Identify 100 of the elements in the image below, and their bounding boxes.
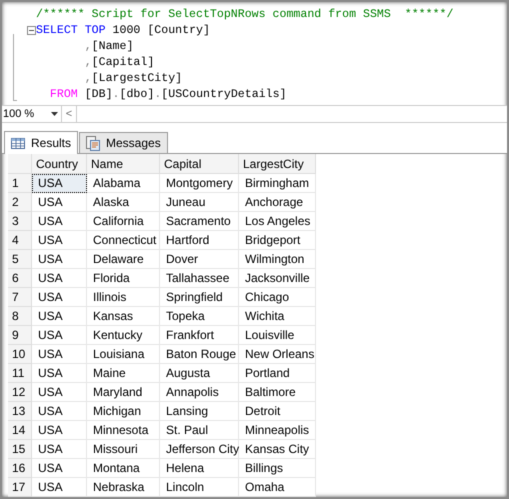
table-cell: Baton Rouge <box>160 345 239 364</box>
table-cell: USA <box>32 231 87 250</box>
row-number[interactable]: 1 <box>8 174 32 193</box>
caret-icon <box>51 112 58 116</box>
table-cell: Delaware <box>87 250 160 269</box>
table-cell: Portland <box>239 364 316 383</box>
grid-corner <box>8 154 32 174</box>
table-cell: Florida <box>87 269 160 288</box>
grid-icon <box>11 138 25 148</box>
column-header[interactable]: Name <box>87 154 160 174</box>
table-cell: Tallahassee <box>160 269 239 288</box>
table-cell: Kentucky <box>87 326 160 345</box>
row-number[interactable]: 2 <box>8 193 32 212</box>
table-cell: Alaska <box>87 193 160 212</box>
table-cell: USA <box>32 440 87 459</box>
table-cell: Birmingham <box>239 174 316 193</box>
table-cell: Alabama <box>87 174 160 193</box>
row-number[interactable]: 11 <box>8 364 32 383</box>
table-cell: USA <box>32 459 87 478</box>
row-number[interactable]: 9 <box>8 326 32 345</box>
table-cell: Jefferson City <box>160 440 239 459</box>
table-cell: Kansas City <box>239 440 316 459</box>
row-number[interactable]: 3 <box>8 212 32 231</box>
table-cell: USA <box>32 212 87 231</box>
table-cell: Maryland <box>87 383 160 402</box>
table-cell: Annapolis <box>160 383 239 402</box>
column-header[interactable]: Capital <box>160 154 239 174</box>
table-cell: California <box>87 212 160 231</box>
table-cell: Minneapolis <box>239 421 316 440</box>
fold-guide <box>13 34 17 101</box>
table-cell: USA <box>32 250 87 269</box>
code-line: FROM [DB].[dbo].[USCountryDetails] <box>48 88 287 100</box>
row-number[interactable]: 5 <box>8 250 32 269</box>
table-cell: Hartford <box>160 231 239 250</box>
results-tab[interactable]: Messages <box>79 132 168 153</box>
collapse-icon[interactable] <box>27 26 36 35</box>
table-cell: USA <box>32 288 87 307</box>
table-cell: Michigan <box>87 402 160 421</box>
row-number[interactable]: 4 <box>8 231 32 250</box>
table-cell: Louisiana <box>87 345 160 364</box>
table-cell: New Orleans <box>239 345 316 364</box>
row-number[interactable]: 7 <box>8 288 32 307</box>
row-number[interactable]: 12 <box>8 383 32 402</box>
column-header[interactable]: LargestCity <box>239 154 316 174</box>
row-number[interactable]: 10 <box>8 345 32 364</box>
table-cell: Anchorage <box>239 193 316 212</box>
table-cell: Frankfort <box>160 326 239 345</box>
code-line: ,[Capital] <box>84 56 154 68</box>
table-cell: Kansas <box>87 307 160 326</box>
row-number[interactable]: 16 <box>8 459 32 478</box>
table-cell: Lincoln <box>160 478 239 497</box>
table-cell: Bridgeport <box>239 231 316 250</box>
table-cell: USA <box>32 478 87 497</box>
document-icon <box>86 136 100 150</box>
table-cell: St. Paul <box>160 421 239 440</box>
table-cell: Baltimore <box>239 383 316 402</box>
code-line: SELECT TOP 1000 [Country] <box>36 24 210 36</box>
table-cell: Juneau <box>160 193 239 212</box>
table-cell: Helena <box>160 459 239 478</box>
table-cell: USA <box>32 193 87 212</box>
results-tab[interactable]: Results <box>4 131 78 154</box>
table-cell: Omaha <box>239 478 316 497</box>
table-cell: Montana <box>87 459 160 478</box>
zoom-dropdown[interactable]: 100 % <box>2 106 61 122</box>
table-cell: USA <box>32 345 87 364</box>
table-cell: Lansing <box>160 402 239 421</box>
row-number[interactable]: 13 <box>8 402 32 421</box>
table-cell: Topeka <box>160 307 239 326</box>
table-cell: Los Angeles <box>239 212 316 231</box>
table-cell: Augusta <box>160 364 239 383</box>
table-cell: USA <box>32 326 87 345</box>
row-number[interactable]: 15 <box>8 440 32 459</box>
table-cell: Chicago <box>239 288 316 307</box>
table-cell: Jacksonville <box>239 269 316 288</box>
scroll-left-button[interactable]: < <box>61 106 77 122</box>
row-number[interactable]: 8 <box>8 307 32 326</box>
code-line: ,[Name] <box>84 40 134 52</box>
table-cell: Springfield <box>160 288 239 307</box>
column-header[interactable]: Country <box>32 154 87 174</box>
table-cell: Detroit <box>239 402 316 421</box>
table-cell: Illinois <box>87 288 160 307</box>
table-cell: USA <box>32 421 87 440</box>
table-cell: Wichita <box>239 307 316 326</box>
table-cell: USA <box>32 383 87 402</box>
table-cell: USA <box>32 402 87 421</box>
row-number[interactable]: 6 <box>8 269 32 288</box>
row-number[interactable]: 14 <box>8 421 32 440</box>
table-cell: Sacramento <box>160 212 239 231</box>
table-cell: USA <box>32 307 87 326</box>
table-cell: Billings <box>239 459 316 478</box>
table-cell: USA <box>32 174 87 193</box>
table-cell: Missouri <box>87 440 160 459</box>
code-line: /****** Script for SelectTopNRows command from SSMS ******/ <box>36 8 454 20</box>
code-editor[interactable]: /****** Script for SelectTopNRows command from SSMS ******/ SELECT TOP 1000 [Country] ,[Name] ,[Capital] ,[LargestCity] FROM [DB].[dbo].[USCountryDetails] <box>2 2 507 106</box>
row-number[interactable]: 17 <box>8 478 32 497</box>
table-cell: USA <box>32 269 87 288</box>
table-cell: Dover <box>160 250 239 269</box>
table-cell: Connecticut <box>87 231 160 250</box>
table-cell: Wilmington <box>239 250 316 269</box>
table-cell: Nebraska <box>87 478 160 497</box>
